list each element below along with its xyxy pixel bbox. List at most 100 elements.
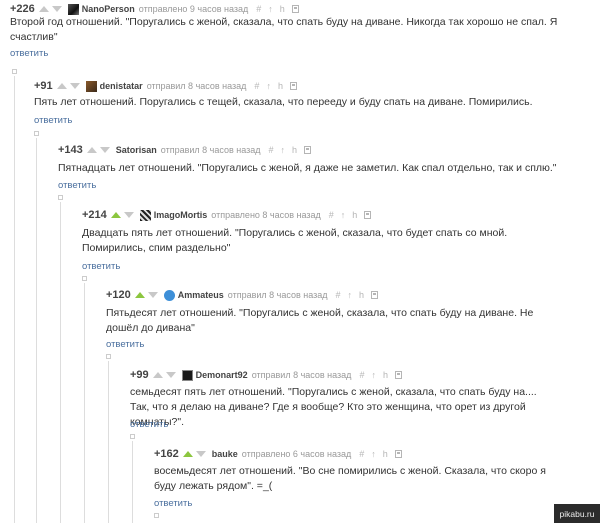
- comment-header: +143 Satorisan отправил 8 часов назад # …: [58, 143, 312, 157]
- collapse-toggle[interactable]: [130, 434, 135, 439]
- collapse-toggle[interactable]: [58, 195, 63, 200]
- flag-icon[interactable]: h: [359, 290, 364, 300]
- comment-rating: +143: [58, 144, 83, 156]
- upvote-icon[interactable]: [152, 372, 163, 378]
- arrow-up-icon[interactable]: ↑: [281, 145, 286, 155]
- comment-tools: # ↑ h: [329, 210, 372, 220]
- flag-icon[interactable]: h: [352, 210, 357, 220]
- username[interactable]: NanoPerson: [82, 4, 135, 14]
- username[interactable]: denistatar: [100, 81, 143, 91]
- collapse-toggle[interactable]: [82, 276, 87, 281]
- comment: +162 bauke отправлено 6 часов назад # ↑ …: [154, 447, 554, 513]
- upvote-icon[interactable]: [86, 147, 97, 153]
- comment-rating: +91: [34, 80, 53, 92]
- arrow-up-icon[interactable]: ↑: [348, 290, 353, 300]
- collapse-toggle[interactable]: [12, 69, 17, 74]
- save-icon[interactable]: [291, 5, 299, 13]
- reply-link[interactable]: ответить: [34, 115, 72, 126]
- comment-body: Пятьдесят лет отношений. "Поругались с ж…: [106, 307, 534, 334]
- downvote-icon[interactable]: [69, 83, 80, 89]
- comment-body: Пять лет отношений. Поругались с тещей, …: [34, 96, 533, 108]
- avatar[interactable]: [181, 369, 193, 381]
- comment-tools: # ↑ h: [336, 290, 379, 300]
- flag-icon[interactable]: h: [278, 81, 283, 91]
- comment-timestamp: отправлено 9 часов назад: [138, 4, 249, 14]
- reply-link[interactable]: ответить: [10, 48, 48, 59]
- comment-tools: # ↑ h: [256, 4, 299, 14]
- flag-icon[interactable]: h: [383, 449, 388, 459]
- arrow-up-icon[interactable]: ↑: [371, 449, 376, 459]
- save-icon[interactable]: [304, 146, 312, 154]
- hash-icon[interactable]: #: [269, 145, 274, 155]
- hash-icon[interactable]: #: [329, 210, 334, 220]
- collapse-toggle[interactable]: [106, 354, 111, 359]
- downvote-icon[interactable]: [147, 292, 158, 298]
- comment-tools: # ↑ h: [269, 145, 312, 155]
- comment-rating: +99: [130, 369, 149, 381]
- comment-tools: # ↑ h: [359, 449, 402, 459]
- username[interactable]: Demonart92: [196, 370, 248, 380]
- reply-link[interactable]: ответить: [154, 498, 192, 509]
- downvote-icon[interactable]: [99, 147, 110, 153]
- thread-line: [132, 441, 133, 523]
- upvote-icon[interactable]: [134, 292, 145, 298]
- comment-timestamp: отправил 8 часов назад: [227, 290, 328, 300]
- comment: +214 ImagoMortis отправлено 8 часов наза…: [82, 208, 590, 274]
- hash-icon[interactable]: #: [336, 290, 341, 300]
- avatar[interactable]: [139, 209, 151, 221]
- upvote-icon[interactable]: [56, 83, 67, 89]
- thread-line: [36, 138, 37, 523]
- arrow-up-icon[interactable]: ↑: [371, 370, 376, 380]
- downvote-icon[interactable]: [123, 212, 134, 218]
- save-icon[interactable]: [394, 450, 402, 458]
- comment-timestamp: отправил 8 часов назад: [251, 370, 352, 380]
- comment-header: +99 Demonart92 отправил 8 часов назад # …: [130, 368, 402, 382]
- comment-header: +214 ImagoMortis отправлено 8 часов наза…: [82, 208, 372, 222]
- arrow-up-icon[interactable]: ↑: [341, 210, 346, 220]
- reply-link[interactable]: ответить: [58, 180, 96, 191]
- downvote-icon[interactable]: [195, 451, 206, 457]
- hash-icon[interactable]: #: [256, 4, 261, 14]
- comment-header: +120 Ammateus отправил 8 часов назад # ↑…: [106, 288, 379, 302]
- username[interactable]: Satorisan: [116, 145, 157, 155]
- comment: +91 denistatar отправил 8 часов назад # …: [34, 79, 590, 129]
- reply-link[interactable]: ответить: [130, 419, 168, 430]
- username[interactable]: Ammateus: [178, 290, 224, 300]
- comment-rating: +226: [10, 3, 35, 15]
- comment: +120 Ammateus отправил 8 часов назад # ↑…: [106, 288, 590, 352]
- downvote-icon[interactable]: [165, 372, 176, 378]
- hash-icon[interactable]: #: [254, 81, 259, 91]
- avatar[interactable]: [67, 3, 79, 15]
- comment-rating: +120: [106, 289, 131, 301]
- username[interactable]: ImagoMortis: [154, 210, 208, 220]
- reply-link[interactable]: ответить: [106, 339, 144, 350]
- hash-icon[interactable]: #: [359, 370, 364, 380]
- avatar[interactable]: [85, 80, 97, 92]
- comment-timestamp: отправлено 6 часов назад: [241, 449, 352, 459]
- comment-body: семьдесят пять лет отношений. "Поругалис…: [130, 386, 537, 428]
- comment: +99 Demonart92 отправил 8 часов назад # …: [130, 368, 590, 432]
- reply-link[interactable]: ответить: [82, 261, 120, 272]
- save-icon[interactable]: [371, 291, 379, 299]
- upvote-icon[interactable]: [182, 451, 193, 457]
- upvote-icon[interactable]: [110, 212, 121, 218]
- avatar[interactable]: [163, 289, 175, 301]
- collapse-toggle[interactable]: [154, 513, 159, 518]
- flag-icon[interactable]: h: [383, 370, 388, 380]
- username[interactable]: bauke: [212, 449, 238, 459]
- thread-line: [60, 202, 61, 523]
- hash-icon[interactable]: #: [359, 449, 364, 459]
- arrow-up-icon[interactable]: ↑: [266, 81, 271, 91]
- comment-body: восемьдесят лет отношений. "Во сне помир…: [154, 465, 546, 492]
- comment-timestamp: отправил 8 часов назад: [146, 81, 247, 91]
- flag-icon[interactable]: h: [280, 4, 285, 14]
- flag-icon[interactable]: h: [292, 145, 297, 155]
- downvote-icon[interactable]: [51, 6, 62, 12]
- comment-header: +226 NanoPerson отправлено 9 часов назад…: [10, 2, 299, 16]
- collapse-toggle[interactable]: [34, 131, 39, 136]
- arrow-up-icon[interactable]: ↑: [268, 4, 273, 14]
- upvote-icon[interactable]: [38, 6, 49, 12]
- save-icon[interactable]: [364, 211, 372, 219]
- save-icon[interactable]: [394, 371, 402, 379]
- save-icon[interactable]: [289, 82, 297, 90]
